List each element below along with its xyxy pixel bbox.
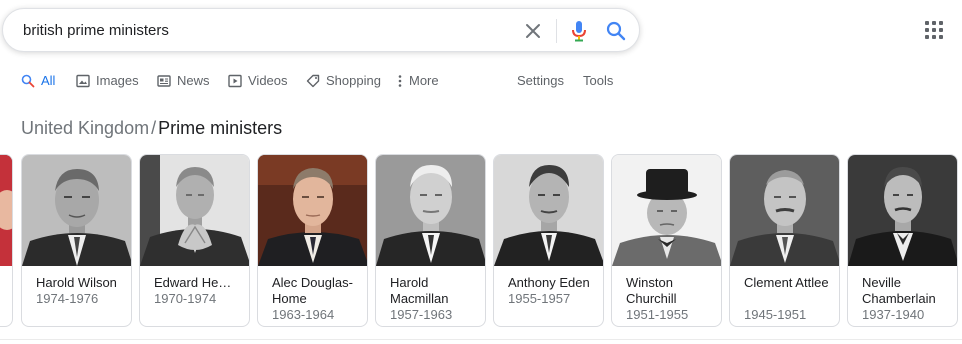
card-anthony-eden[interactable]: Anthony Eden 1955-1957 (493, 154, 604, 327)
news-icon (157, 74, 171, 87)
tab-label: Images (96, 73, 139, 88)
tab-label: More (409, 73, 439, 88)
card-harold-macmillan[interactable]: Harold Macmillan 1957-1963 (375, 154, 486, 327)
minister-years: 1951-1955 (626, 307, 689, 322)
clear-icon[interactable] (523, 21, 543, 41)
search-icon (21, 74, 35, 87)
tab-images[interactable]: Images (76, 73, 139, 88)
minister-name: Anthony Eden (508, 275, 590, 290)
tab-label: Videos (248, 73, 288, 88)
search-icon[interactable] (605, 20, 627, 42)
minister-years: 1970-1974 (154, 291, 217, 306)
breadcrumb-parent[interactable]: United Kingdom (21, 118, 149, 138)
breadcrumb-separator: / (151, 118, 157, 138)
prime-ministers-carousel: Harold Wilson 1974-1976 Edward He… 1970-… (0, 154, 962, 328)
portrait-image (258, 155, 367, 266)
image-icon (76, 74, 90, 87)
tag-icon (306, 74, 320, 87)
tab-label: All (41, 73, 56, 88)
tab-settings[interactable]: Settings (517, 73, 564, 88)
minister-years: 1945-1951 (744, 307, 807, 322)
search-box[interactable]: british prime ministers (2, 8, 640, 52)
tab-shopping[interactable]: Shopping (306, 73, 381, 88)
portrait-image (140, 155, 249, 266)
section-divider (0, 339, 962, 340)
breadcrumb: United Kingdom / Prime ministers (21, 118, 282, 139)
minister-years: 1955-1957 (508, 291, 571, 306)
card-edward-heath[interactable]: Edward He… 1970-1974 (139, 154, 250, 327)
minister-years: 1974-1976 (36, 291, 99, 306)
tab-label: Settings (517, 73, 564, 88)
video-icon (228, 74, 242, 87)
page-title: Prime ministers (158, 118, 283, 138)
search-divider (556, 19, 557, 43)
card-neville-chamberlain[interactable]: Neville Chamberlain 1937-1940 (847, 154, 958, 327)
minister-name: Harold Macmillan (390, 275, 449, 306)
minister-name: Edward He… (154, 275, 232, 290)
minister-name: Harold Wilson (36, 275, 117, 290)
tab-label: Tools (583, 73, 614, 88)
minister-years: 1957-1963 (390, 307, 453, 322)
portrait-image (848, 155, 957, 266)
search-tabs: All Images News Videos Shopping More Set… (0, 70, 962, 94)
portrait-image (0, 155, 12, 266)
card-winston-churchill[interactable]: Winston Churchill 1951-1955 (611, 154, 722, 327)
minister-name: Alec Douglas-Home (272, 275, 353, 306)
card-harold-wilson[interactable]: Harold Wilson 1974-1976 (21, 154, 132, 327)
portrait-image (22, 155, 131, 266)
portrait-image (376, 155, 485, 266)
more-vert-icon (398, 74, 402, 87)
tab-label: Shopping (326, 73, 381, 88)
tab-more[interactable]: More (396, 73, 439, 88)
portrait-image (730, 155, 839, 266)
minister-name: Clement Attlee (744, 275, 829, 290)
tab-all[interactable]: All (21, 73, 55, 88)
portrait-image (612, 155, 721, 266)
search-input[interactable]: british prime ministers (23, 22, 169, 39)
minister-years: 1963-1964 (272, 307, 335, 322)
microphone-icon[interactable] (569, 20, 589, 42)
apps-grid-icon[interactable] (924, 20, 944, 40)
tab-label: News (177, 73, 210, 88)
card-clement-attlee[interactable]: Clement Attlee 1945-1951 (729, 154, 840, 327)
carousel-card-partial[interactable] (0, 154, 13, 327)
minister-name: Neville Chamberlain (862, 275, 936, 306)
minister-years: 1937-1940 (862, 307, 925, 322)
card-alec-douglas-home[interactable]: Alec Douglas-Home 1963-1964 (257, 154, 368, 327)
tab-news[interactable]: News (157, 73, 210, 88)
minister-name: Winston Churchill (626, 275, 677, 306)
tab-videos[interactable]: Videos (228, 73, 288, 88)
tab-tools[interactable]: Tools (583, 73, 613, 88)
portrait-image (494, 155, 603, 266)
